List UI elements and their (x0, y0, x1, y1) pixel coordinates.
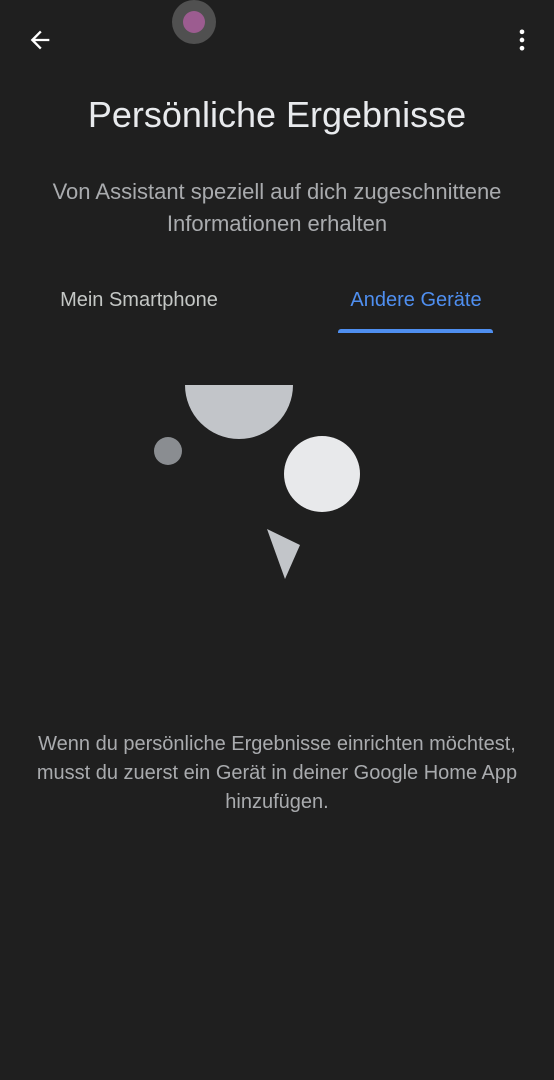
empty-state-illustration (154, 385, 360, 579)
half-circle-shape (185, 385, 293, 439)
empty-state-message: Wenn du persönliche Ergebnisse einrichte… (36, 733, 518, 813)
more-options-button[interactable] (504, 22, 540, 58)
triangle-shape (267, 529, 300, 579)
back-button[interactable] (22, 22, 58, 58)
small-circle-shape (154, 437, 182, 465)
page-subtitle: Von Assistant speziell auf dich zugeschn… (52, 179, 502, 236)
more-vert-icon (519, 29, 525, 51)
page-title: Persönliche Ergebnisse (87, 94, 467, 135)
large-circle-shape (284, 436, 360, 512)
tab-selected-indicator (338, 329, 493, 333)
top-app-bar (0, 0, 554, 80)
arrow-left-icon (30, 30, 50, 50)
tab-andere-geraete[interactable]: Andere Geräte (330, 280, 502, 332)
tab-mein-smartphone[interactable]: Mein Smartphone (30, 280, 248, 332)
touch-indicator (172, 0, 216, 44)
tab-bar: Mein Smartphone Andere Geräte (0, 280, 554, 340)
